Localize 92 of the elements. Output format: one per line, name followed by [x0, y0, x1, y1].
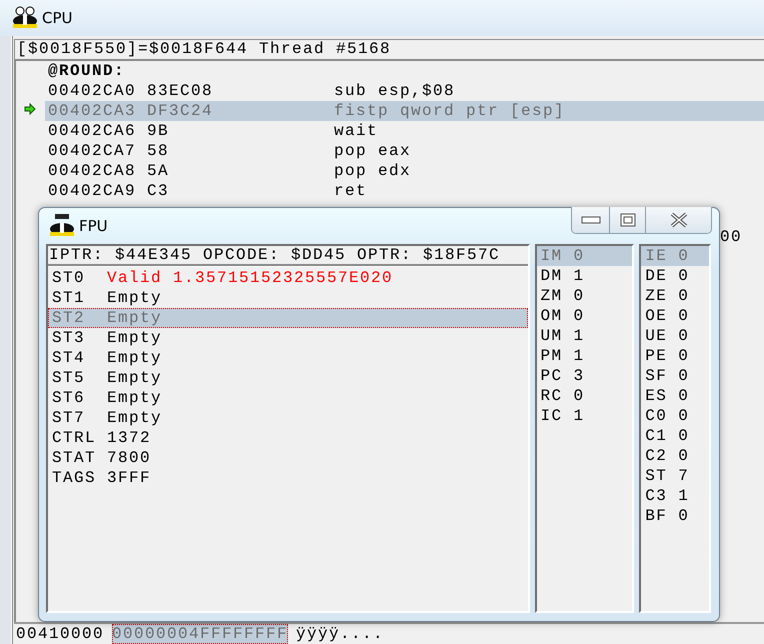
flag-row[interactable]: PC 3 [536, 366, 632, 386]
register-value: Empty [107, 328, 162, 348]
opcode-bytes: 58 [147, 141, 170, 161]
register-row[interactable]: ST6 Empty [48, 388, 528, 408]
code-line[interactable]: 00402CA8 5A pop edx [16, 161, 764, 181]
code-line[interactable]: 00402CA0 83EC08 sub esp,$08 [16, 81, 764, 101]
maximize-button[interactable] [609, 207, 645, 233]
close-icon [668, 212, 688, 228]
cpu-app-icon [10, 6, 40, 30]
register-name: ST1 [52, 288, 86, 308]
opcode-bytes: 5A [147, 161, 170, 181]
address: 00402CA3 [48, 101, 138, 121]
close-button[interactable] [645, 207, 711, 233]
instruction: pop edx [334, 161, 412, 181]
instruction: wait [334, 121, 380, 141]
flag-row[interactable]: UE 0 [641, 326, 710, 346]
register-name: ST2 [52, 308, 86, 328]
address: 00402CA6 [48, 121, 138, 141]
thread-info: [$0018F550]=$0018F644 Thread #5168 [14, 39, 764, 59]
flag-row[interactable]: DE 0 [641, 266, 710, 286]
code-fragment: 00 [720, 228, 742, 246]
register-value: Empty [107, 368, 162, 388]
code-label: @ROUND: [48, 61, 126, 81]
register-value: Empty [107, 408, 162, 428]
register-row[interactable]: TAGS 3FFF [48, 468, 528, 488]
register-value: Empty [107, 308, 162, 328]
opcode-bytes: DF3C24 [147, 101, 214, 121]
opcode-bytes: 9B [147, 121, 170, 141]
code-line[interactable]: 00402CA7 58 pop eax [16, 141, 764, 161]
instruction: ret [334, 181, 368, 201]
minimize-icon [580, 216, 600, 224]
register-row[interactable]: ST0 Valid 1.35715152325557E020 [48, 268, 528, 288]
flag-row[interactable]: ZE 0 [641, 286, 710, 306]
register-value: 3FFF [107, 468, 152, 488]
address: 00402CA0 [48, 81, 138, 101]
flag-row[interactable]: PM 1 [536, 346, 632, 366]
window-title: CPU [42, 9, 72, 27]
register-value: 1372 [107, 428, 152, 448]
memory-ascii: ÿÿÿÿ.... [296, 624, 384, 644]
minimize-button[interactable] [572, 207, 609, 233]
register-name: CTRL [52, 428, 98, 448]
register-name: ST7 [52, 408, 86, 428]
register-row[interactable]: STAT 7800 [48, 448, 528, 468]
flag-row[interactable]: C0 0 [641, 406, 710, 426]
register-row[interactable]: ST1 Empty [48, 288, 528, 308]
flag-row[interactable]: C1 0 [641, 426, 710, 446]
window-title: FPU [79, 217, 108, 235]
flag-row[interactable]: C3 1 [641, 486, 710, 506]
code-line[interactable]: 00402CA6 9B wait [16, 121, 764, 141]
register-row[interactable]: ST5 Empty [48, 368, 528, 388]
instruction: sub esp,$08 [334, 81, 456, 101]
maximize-icon [620, 213, 636, 227]
flag-row[interactable]: IC 1 [536, 406, 632, 426]
instruction: pop eax [334, 141, 412, 161]
register-name: TAGS [52, 468, 98, 488]
opcode-bytes: 83EC08 [147, 81, 214, 101]
flag-row[interactable]: ZM 0 [536, 286, 632, 306]
address: 00402CA9 [48, 181, 138, 201]
register-name: ST3 [52, 328, 86, 348]
fpu-app-icon [47, 214, 77, 238]
register-name: ST5 [52, 368, 86, 388]
register-row[interactable]: ST3 Empty [48, 328, 528, 348]
flag-row[interactable]: C2 0 [641, 446, 710, 466]
flag-row[interactable]: ST 7 [641, 466, 710, 486]
address: 00402CA7 [48, 141, 138, 161]
instruction: fistp qword ptr [esp] [334, 101, 566, 121]
code-line[interactable]: 00402CA9 C3 ret [16, 181, 764, 201]
register-value: 7800 [107, 448, 152, 468]
flag-row[interactable]: SF 0 [641, 366, 710, 386]
register-value: Valid 1.35715152325557E020 [107, 268, 394, 288]
opcode-bytes: C3 [147, 181, 170, 201]
register-row[interactable]: ST4 Empty [48, 348, 528, 368]
flag-row[interactable]: BF 0 [641, 506, 710, 526]
pointer-info: IPTR: $44E345 OPCODE: $DD45 OPTR: $18F57C [48, 246, 528, 266]
register-name: ST6 [52, 388, 86, 408]
register-value: Empty [107, 288, 162, 308]
flag-row[interactable]: UM 1 [536, 326, 632, 346]
flag-row[interactable]: OE 0 [641, 306, 710, 326]
register-name: ST4 [52, 348, 86, 368]
flag-row[interactable]: PE 0 [641, 346, 710, 366]
flag-row[interactable]: ES 0 [641, 386, 710, 406]
register-name: STAT [52, 448, 98, 468]
register-row[interactable]: CTRL 1372 [48, 428, 528, 448]
flag-row[interactable]: OM 0 [536, 306, 632, 326]
register-row[interactable]: ST7 Empty [48, 408, 528, 428]
memory-address: 00410000 [16, 624, 104, 644]
flag-row[interactable]: RC 0 [536, 386, 632, 406]
register-value: Empty [107, 348, 162, 368]
register-value: Empty [107, 388, 162, 408]
flag-row[interactable]: DM 1 [536, 266, 632, 286]
address: 00402CA8 [48, 161, 138, 181]
register-name: ST0 [52, 268, 86, 288]
